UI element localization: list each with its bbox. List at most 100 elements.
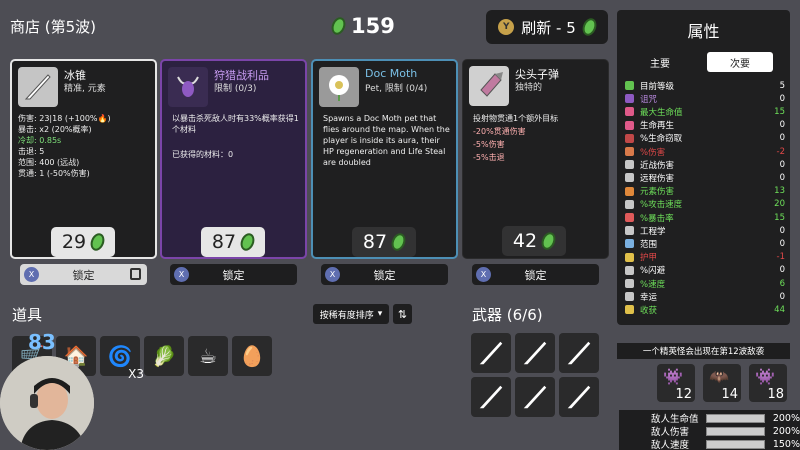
stat-icon [625,279,634,288]
lock-button[interactable]: X 锁定 [20,264,147,285]
reroll-button[interactable]: Y 刷新 - 5 [486,10,608,44]
item-slot[interactable]: ☕ [188,336,228,376]
stat-value: 0 [779,225,785,236]
card-subtitle: 独特的 [515,83,543,93]
stat-name: 诅咒 [640,94,658,105]
weapon-slot[interactable] [515,333,555,373]
stat-row: 范围 0 [625,237,785,250]
stat-row: 最大生命值 15 [625,105,785,118]
swap-arrows-icon: ⇅ [397,307,408,321]
hp-overlay-value: 83 [28,330,56,354]
buy-button[interactable]: 87 [201,227,265,257]
tab-secondary[interactable]: 次要 [707,52,773,72]
ice-spike-icon [18,67,58,107]
material-icon [329,15,348,37]
stat-value: 0 [779,120,785,131]
lock-label: 锁定 [72,268,95,282]
stat-value: 0 [779,159,785,170]
weapon-slot[interactable] [559,377,599,417]
money-display: 159 [329,14,395,38]
tab-primary[interactable]: 主要 [627,52,693,72]
material-icon [88,231,107,253]
stat-icon [625,226,634,236]
sort-order-toggle-button[interactable]: ⇅ [393,304,412,324]
lock-button[interactable]: X 锁定 [321,264,448,285]
y-key-icon: Y [498,19,515,35]
shop-card-pointed-bullet[interactable]: 尖头子弹 独特的 投射物贯通1个额外目标 -20%贯通伤害 -5%伤害 -5%击… [462,59,609,259]
stat-row: 幸运 0 [625,290,785,303]
money-value: 159 [351,14,395,38]
stat-line: 范围: 400 (远战) [18,158,80,167]
cabbage-icon: 🥬 [151,344,177,368]
item-slot[interactable]: 🥬 [144,336,184,376]
buy-button[interactable]: 42 [502,226,566,256]
card-subtitle: 限制 (0/3) [214,84,257,94]
stat-name: 范围 [640,239,658,250]
shop-card-ice-spike[interactable]: 冰锥 精准, 元素 伤害: 23|18 (+100%🔥) 暴击: x2 (20%… [10,59,157,259]
lock-label: 锁定 [373,268,396,282]
item-extra: 已获得的材料：0 [172,150,234,159]
stat-value: 0 [779,93,785,104]
lock-button[interactable]: X 锁定 [472,264,599,285]
trophy-skull-icon [168,67,208,107]
stat-icon [625,186,634,196]
material-icon [539,230,558,252]
weapon-slot[interactable] [559,333,599,373]
stat-row: %伤害 -2 [625,145,785,158]
elite-wave-number: 12 [675,387,692,402]
enemy-stat-bar [705,426,765,436]
card-name: Doc Moth [365,67,418,80]
stat-name: %伤害 [640,147,666,158]
stat-name: %生命窃取 [640,134,683,145]
elite-enemy-slot[interactable]: 👾 18 [749,364,787,402]
stat-row: 收获 44 [625,303,785,316]
price-value: 42 [512,230,538,252]
ice-spike-icon [567,385,591,409]
stat-value: -2 [776,146,785,157]
shop-card-hunting-trophy[interactable]: 狩猎战利品 限制 (0/3) 以暴击杀死敌人时有33%概率获得1个材料 已获得的… [160,59,307,259]
material-icon [579,16,599,38]
buy-button[interactable]: 29 [51,227,115,257]
stat-name: 工程学 [640,226,666,237]
lock-label: 锁定 [222,268,245,282]
stats-panel: 属性 主要 次要 目前等级 5 诅咒 0 最大生命值 15 生命再生 0 %生命窃取 0 %伤害 -2… [617,10,790,325]
card-subtitle: 精准, 元素 [64,84,106,94]
enemy-stat-percent: 200% [772,412,800,424]
stat-line: 击退: 5 [18,147,45,156]
buy-button[interactable]: 87 [352,227,416,257]
stat-value: 0 [779,238,785,249]
enemy-stat-label: 敌人伤害 [651,427,690,438]
stat-name: 目前等级 [640,81,675,92]
stat-value: 20 [774,199,785,210]
lock-button[interactable]: X 锁定 [170,264,297,285]
card-subtitle: Pet, 限制 (0/4) [365,84,428,94]
enemy-stat-percent: 200% [772,425,800,437]
weapon-slot[interactable] [471,377,511,417]
shop-card-doc-moth[interactable]: Doc Moth Pet, 限制 (0/4) Spawns a Doc Moth… [311,59,458,259]
stat-icon [625,173,634,183]
item-slot[interactable]: 🥚 [232,336,272,376]
stat-row: 生命再生 0 [625,119,785,132]
elite-swarm-icon: 🦇 [709,367,729,386]
stat-name: 幸运 [640,292,658,303]
stat-line: 暴击: x2 (20%概率) [18,125,92,134]
effect-line: 投射物贯通1个额外目标 [473,114,559,123]
elite-horned-icon: 👾 [663,367,683,386]
items-section-title: 道具 [12,306,43,324]
elite-enemy-slot[interactable]: 🦇 14 [703,364,741,402]
item-slot[interactable]: 🌀 X3 [100,336,144,381]
stat-value: 0 [779,291,785,302]
stat-value: 6 [779,278,785,289]
weapon-slot[interactable] [471,333,511,373]
stat-name: 护甲 [640,253,658,264]
stat-row: %闪避 0 [625,264,785,277]
enemy-stat-row: 敌人伤害 200% [651,425,800,439]
weapon-slot[interactable] [515,377,555,417]
item-count: X3 [128,367,144,381]
sort-dropdown[interactable]: 按稀有度排序 ▾ [313,304,389,324]
material-icon [389,231,408,253]
elite-enemy-slot[interactable]: 👾 12 [657,364,695,402]
elite-horned-icon: 👾 [755,367,775,386]
enemy-stat-label: 敌人速度 [651,440,690,450]
coil-icon: 🌀 [107,344,133,368]
